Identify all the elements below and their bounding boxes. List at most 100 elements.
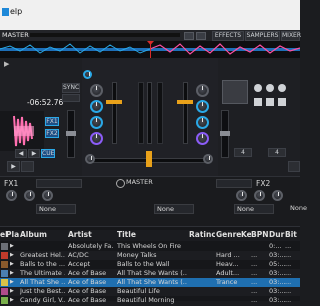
channel-fader-left-handle[interactable] [106, 100, 122, 104]
fx2-select[interactable]: None [234, 204, 274, 214]
fx1-effect-select[interactable] [36, 179, 82, 188]
col-duration[interactable]: Dur [269, 230, 285, 240]
deck-left-arrow-icon: ▶ [4, 60, 10, 68]
tab-samplers[interactable]: SAMPLERS [245, 31, 280, 41]
pad-icon-1[interactable] [254, 84, 262, 92]
pad-icon-5[interactable] [266, 98, 274, 106]
pad-icon-6[interactable] [278, 98, 286, 106]
fx1-param-knob-1[interactable] [6, 190, 17, 201]
fx1-param-knob-3[interactable] [42, 190, 53, 201]
col-bpm[interactable]: BPN [251, 230, 269, 240]
channel-fader-left[interactable] [112, 82, 117, 144]
col-bitrate[interactable]: Bit [285, 230, 300, 240]
col-title[interactable]: Title [117, 230, 187, 240]
table-row[interactable]: ▶ Balls to the ... Accept Balls to the Wall… [0, 260, 300, 269]
track-thumbnail [1, 261, 8, 268]
mid-eq-knob-left[interactable] [90, 116, 103, 129]
fx1-select[interactable]: None [36, 204, 76, 214]
cell-artist: Ace of Base [68, 269, 107, 277]
col-artist[interactable]: Artist [68, 230, 113, 240]
low-eq-knob-left[interactable] [90, 132, 103, 145]
app-icon [2, 8, 9, 16]
cell-album: Just the Best... [20, 287, 65, 295]
fx1-select-value: None [39, 205, 56, 213]
col-rating[interactable]: Ratinc [189, 230, 215, 240]
fx2-param-knob-3[interactable] [272, 190, 283, 201]
track-thumbnail [1, 279, 8, 286]
hi-eq-knob-left[interactable] [90, 100, 103, 113]
play-button-left[interactable]: ▶ [7, 161, 20, 172]
deck-right-stepper-2[interactable]: 4 [268, 148, 286, 157]
mid-eq-knob-right[interactable] [196, 116, 209, 129]
table-row[interactable]: ▶ Just the Best... Ace of Base Beautiful Li… [0, 287, 300, 296]
fx2-effect-select-right[interactable] [216, 179, 252, 188]
effects-panel: FX1 FX2 MASTER None None None None [0, 176, 307, 227]
cell-dur: 03:... [269, 251, 285, 259]
fx1-toggle-button[interactable]: FX1 [45, 117, 59, 126]
table-row[interactable]: ▶ Absolutely Fa... This Wheels On Fire 0:..… [0, 242, 300, 251]
col-album[interactable]: Album [20, 230, 65, 240]
table-row[interactable]: ▶ Greatest Hel... AC/DC Money Talks Hard ...… [0, 251, 300, 260]
pad-icon-4[interactable] [254, 98, 262, 106]
pitch-slider-left[interactable] [66, 110, 76, 158]
cell-album: Candy Girl, V... [20, 296, 65, 304]
deck-right-stepper-1[interactable]: 4 [234, 148, 252, 157]
channel-fader-right-handle[interactable] [177, 100, 193, 104]
cell-dur: 0:... [269, 242, 282, 250]
col-genre[interactable]: Genre [216, 230, 241, 240]
table-row[interactable]: ▶ Candy Girl, V... Ace of Base Beautiful Mo… [0, 296, 300, 305]
gain-knob-left[interactable] [90, 84, 103, 97]
deck-left-loop-button-2[interactable]: ▶ [28, 149, 40, 158]
gain-knob-right[interactable] [196, 84, 209, 97]
deck-right-play-button[interactable] [288, 161, 300, 172]
cue-button[interactable]: CUE [41, 149, 55, 158]
tab-layout-icon-a[interactable] [184, 32, 194, 40]
pitch-slider-right[interactable] [220, 110, 230, 158]
pitch-slider-left-handle[interactable] [66, 131, 76, 136]
fx2-param-knob-1[interactable] [236, 190, 247, 201]
cell-artist: Absolutely Fa... [68, 242, 113, 250]
filter-knob-left[interactable] [83, 70, 92, 79]
tab-mixer[interactable]: MIXER [281, 31, 301, 41]
vu-meter-left [138, 82, 144, 144]
deck-left-loop-button-1[interactable]: ◀ [15, 149, 27, 158]
pad-icon-3[interactable] [278, 84, 286, 92]
browser: el Pla Album Artist Title Ratinc Genre K… [0, 226, 300, 304]
headphone-volume-knob[interactable] [203, 154, 213, 164]
waveform-overview[interactable] [0, 41, 301, 59]
preview-play-icon[interactable]: ▶ [10, 296, 18, 306]
mixer-master-label: MASTER [126, 178, 153, 186]
deck-right-pad-grid [252, 80, 298, 140]
deck-left-waveform[interactable] [0, 111, 44, 151]
fx2-param-knob-2[interactable] [254, 190, 265, 201]
sync-button[interactable]: SYNC [62, 83, 80, 93]
sync-sub-button[interactable] [62, 94, 80, 102]
deck-left-sync-indicator[interactable] [21, 161, 34, 172]
track-thumbnail [1, 243, 8, 250]
menu-help[interactable]: elp [10, 7, 22, 17]
fx2-toggle-button[interactable]: FX2 [45, 129, 59, 138]
crossfader-handle[interactable] [146, 151, 152, 167]
table-row[interactable]: ▶ All That She ... Ace of Base All That She… [0, 278, 300, 287]
deck-right: 4 4 [218, 58, 300, 176]
cell-genre: Trance [216, 278, 238, 286]
fx1b-select[interactable]: None [154, 204, 194, 214]
table-row[interactable]: ▶The Ultimate ...Ace of BaseAll That She… [0, 269, 300, 278]
cell-bpm: ... [251, 251, 258, 259]
tab-effects[interactable]: EFFECTS [212, 31, 244, 41]
hi-eq-knob-right[interactable] [196, 100, 209, 113]
cell-key [241, 260, 251, 269]
col-played[interactable]: Pla [6, 230, 20, 240]
headphone-mix-knob[interactable] [85, 154, 95, 164]
fx1-param-knob-2[interactable] [24, 190, 35, 201]
cell-title: Beautiful Life [117, 287, 160, 295]
low-eq-knob-right[interactable] [196, 132, 209, 145]
master-volume-fader[interactable] [147, 82, 152, 144]
tab-layout-icon-b[interactable] [196, 32, 206, 40]
track-thumbnail [1, 297, 8, 304]
cell-genre: Heav... [216, 260, 239, 268]
pitch-slider-right-handle[interactable] [220, 131, 230, 136]
channel-fader-right[interactable] [183, 82, 188, 144]
pad-icon-2[interactable] [266, 84, 274, 92]
col-key[interactable]: Ke [241, 230, 251, 240]
